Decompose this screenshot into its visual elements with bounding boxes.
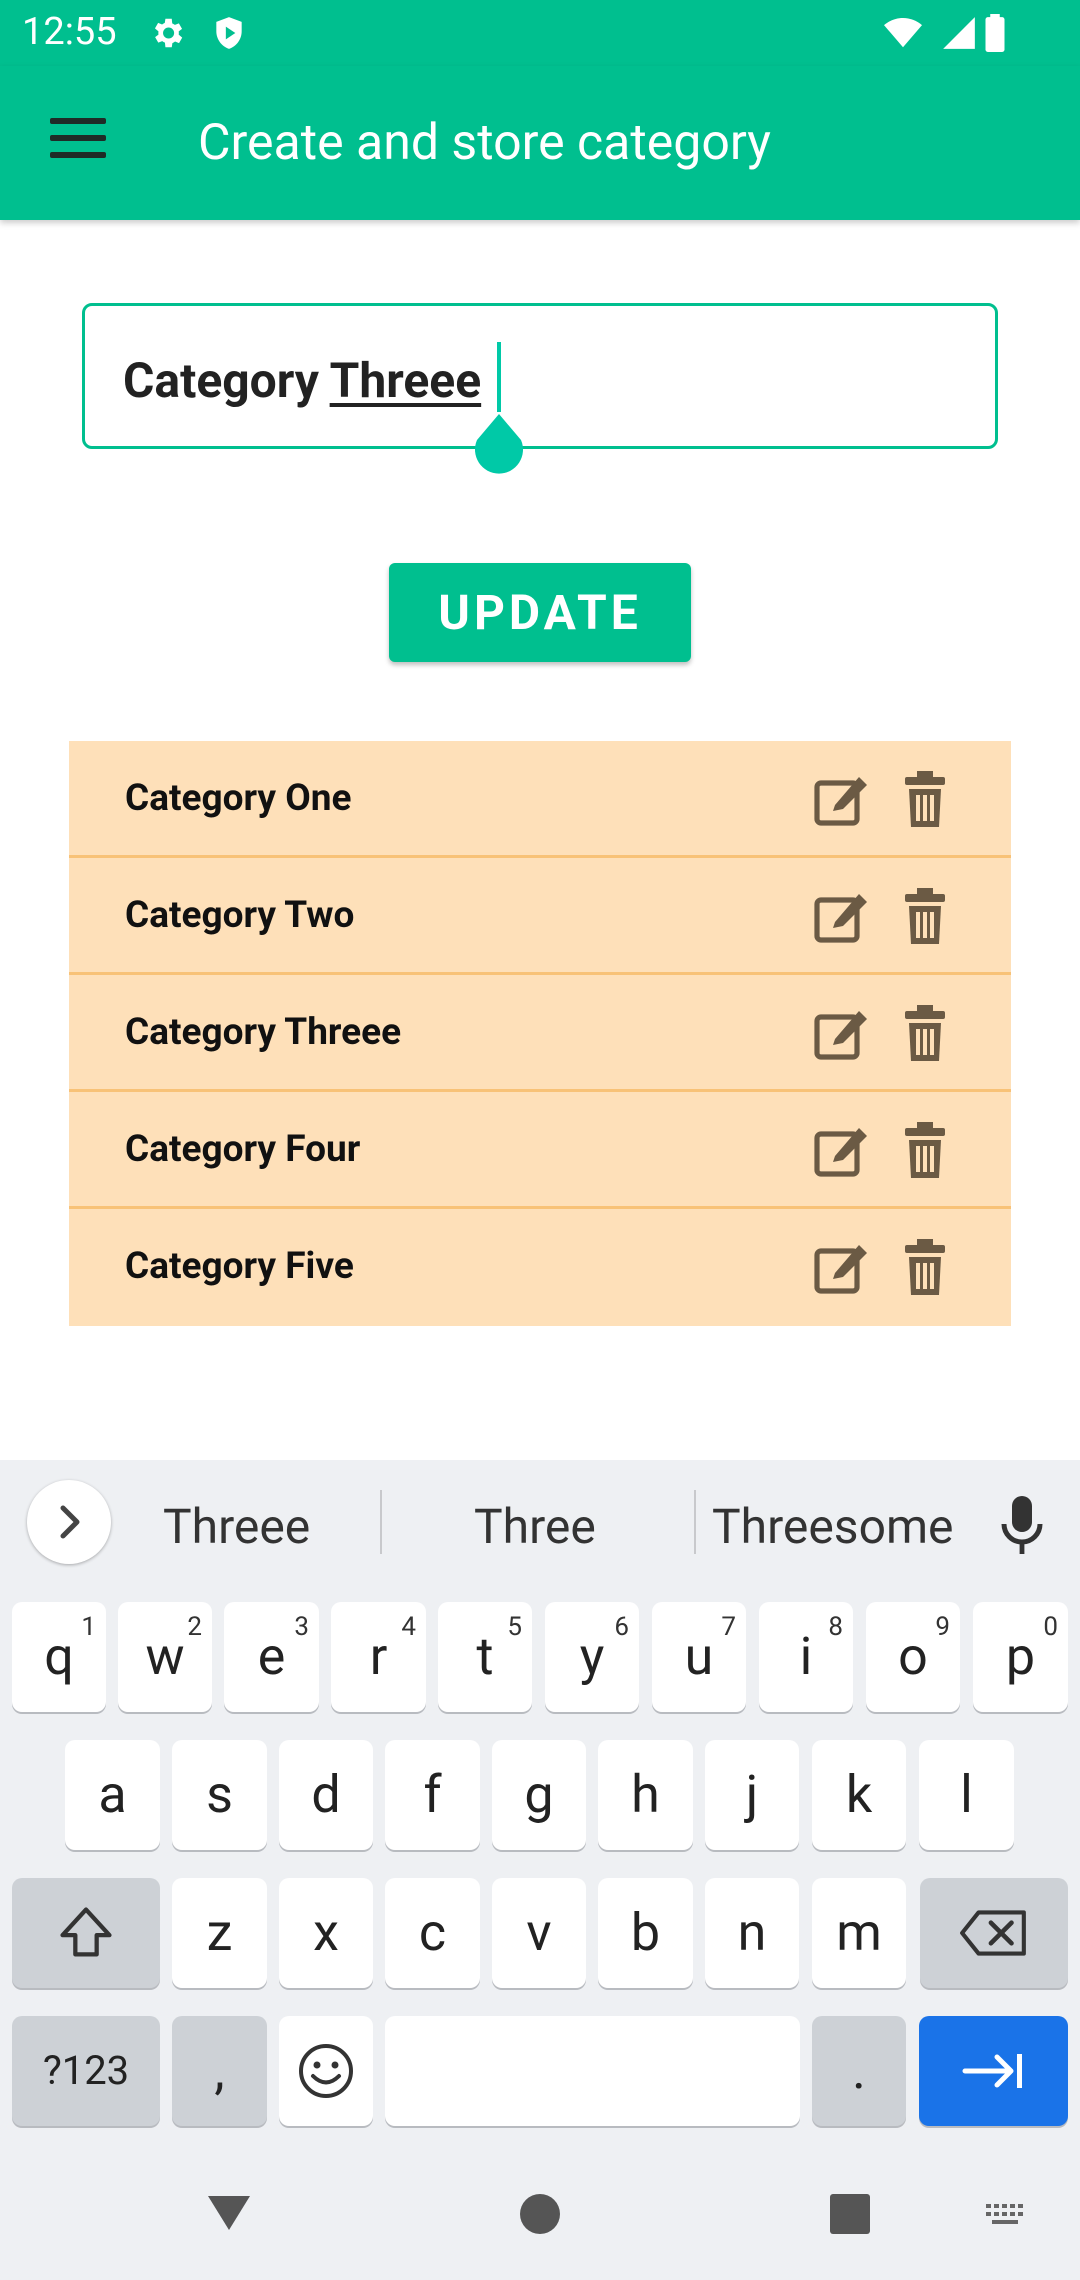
expand-suggestions-button[interactable] [27, 1480, 111, 1564]
trash-icon[interactable] [905, 1122, 945, 1178]
list-item: Category Threee [69, 975, 1011, 1092]
shift-key[interactable] [12, 1878, 160, 1988]
category-input[interactable]: Category Threee [82, 303, 998, 449]
key-e[interactable]: e3 [224, 1602, 319, 1712]
key-j[interactable]: j [705, 1740, 799, 1850]
status-time: 12:55 [22, 10, 117, 54]
key-p[interactable]: p0 [973, 1602, 1068, 1712]
battery-icon [985, 14, 1005, 52]
key-i[interactable]: i8 [759, 1602, 853, 1712]
shift-icon [60, 1907, 112, 1957]
list-item: Category Five [69, 1209, 1011, 1326]
input-text-prefix: Category [123, 352, 330, 409]
backspace-key[interactable] [920, 1878, 1068, 1988]
trash-icon[interactable] [905, 888, 945, 944]
edit-icon[interactable] [813, 1005, 869, 1061]
key-d[interactable]: d [279, 1740, 373, 1850]
edit-icon[interactable] [813, 1122, 869, 1178]
key-k[interactable]: k [812, 1740, 906, 1850]
key-b[interactable]: b [598, 1878, 693, 1988]
wifi-icon [884, 17, 922, 48]
signal-icon [943, 17, 975, 49]
home-icon[interactable] [518, 2192, 562, 2236]
key-q[interactable]: q1 [12, 1602, 106, 1712]
suggestion-divider [694, 1490, 696, 1554]
edit-icon[interactable] [813, 1239, 869, 1295]
tab-next-icon [962, 2054, 1022, 2088]
cursor-handle[interactable] [471, 414, 527, 474]
soft-keyboard: Threee Three Threesome q1 w2 e3 r4 t5 y6… [0, 1460, 1080, 2280]
key-m[interactable]: m [812, 1878, 906, 1988]
edit-icon[interactable] [813, 888, 869, 944]
category-label: Category Four [125, 1128, 361, 1171]
edit-icon[interactable] [813, 771, 869, 827]
key-v[interactable]: v [492, 1878, 586, 1988]
input-text-composing: Threee [329, 352, 482, 409]
key-a[interactable]: a [65, 1740, 160, 1850]
key-y[interactable]: y6 [545, 1602, 639, 1712]
backspace-icon [960, 1910, 1026, 1956]
key-f[interactable]: f [385, 1740, 480, 1850]
recents-icon[interactable] [828, 2192, 872, 2236]
comma-key[interactable]: , [172, 2016, 267, 2126]
chevron-right-icon [60, 1505, 80, 1539]
key-t[interactable]: t5 [438, 1602, 532, 1712]
key-x[interactable]: x [279, 1878, 373, 1988]
trash-icon[interactable] [905, 771, 945, 827]
key-h[interactable]: h [598, 1740, 693, 1850]
category-label: Category Two [125, 894, 355, 937]
back-icon[interactable] [204, 2186, 254, 2236]
list-item: Category Two [69, 858, 1011, 975]
update-button[interactable]: UPDATE [389, 563, 691, 662]
category-label: Category One [125, 777, 352, 820]
trash-icon[interactable] [905, 1239, 945, 1295]
key-g[interactable]: g [492, 1740, 586, 1850]
suggestion-divider [380, 1490, 382, 1554]
keyboard-switch-icon[interactable] [984, 2200, 1028, 2230]
settings-icon [154, 18, 183, 48]
shield-icon [216, 17, 242, 49]
microphone-icon[interactable] [998, 1496, 1046, 1556]
menu-icon[interactable] [50, 118, 106, 168]
list-item: Category One [69, 741, 1011, 858]
symbols-key[interactable]: ?123 [12, 2016, 160, 2126]
enter-key[interactable] [919, 2016, 1068, 2126]
app-bar: Create and store category [0, 66, 1080, 220]
text-cursor [497, 342, 501, 412]
key-w[interactable]: w2 [118, 1602, 212, 1712]
suggestion-item[interactable]: Three [474, 1498, 596, 1555]
key-r[interactable]: r4 [331, 1602, 426, 1712]
suggestion-item[interactable]: Threesome [712, 1498, 954, 1555]
space-key[interactable] [385, 2016, 800, 2126]
key-n[interactable]: n [705, 1878, 799, 1988]
suggestion-item[interactable]: Threee [163, 1498, 310, 1555]
key-l[interactable]: l [919, 1740, 1014, 1850]
key-z[interactable]: z [172, 1878, 267, 1988]
status-bar: 12:55 [0, 0, 1080, 66]
key-s[interactable]: s [172, 1740, 267, 1850]
category-label: Category Threee [125, 1011, 402, 1054]
emoji-key[interactable] [279, 2016, 373, 2126]
list-item: Category Four [69, 1092, 1011, 1209]
trash-icon[interactable] [905, 1005, 945, 1061]
key-u[interactable]: u7 [652, 1602, 746, 1712]
category-list: Category One Category Two Category Three… [69, 741, 1011, 1326]
category-label: Category Five [125, 1245, 354, 1288]
key-o[interactable]: o9 [866, 1602, 960, 1712]
emoji-icon [299, 2044, 353, 2098]
key-c[interactable]: c [385, 1878, 480, 1988]
period-key[interactable]: . [812, 2016, 906, 2126]
suggestion-strip: Threee Three Threesome [0, 1460, 1080, 1584]
system-nav-bar [0, 2160, 1080, 2280]
page-title: Create and store category [198, 114, 771, 172]
